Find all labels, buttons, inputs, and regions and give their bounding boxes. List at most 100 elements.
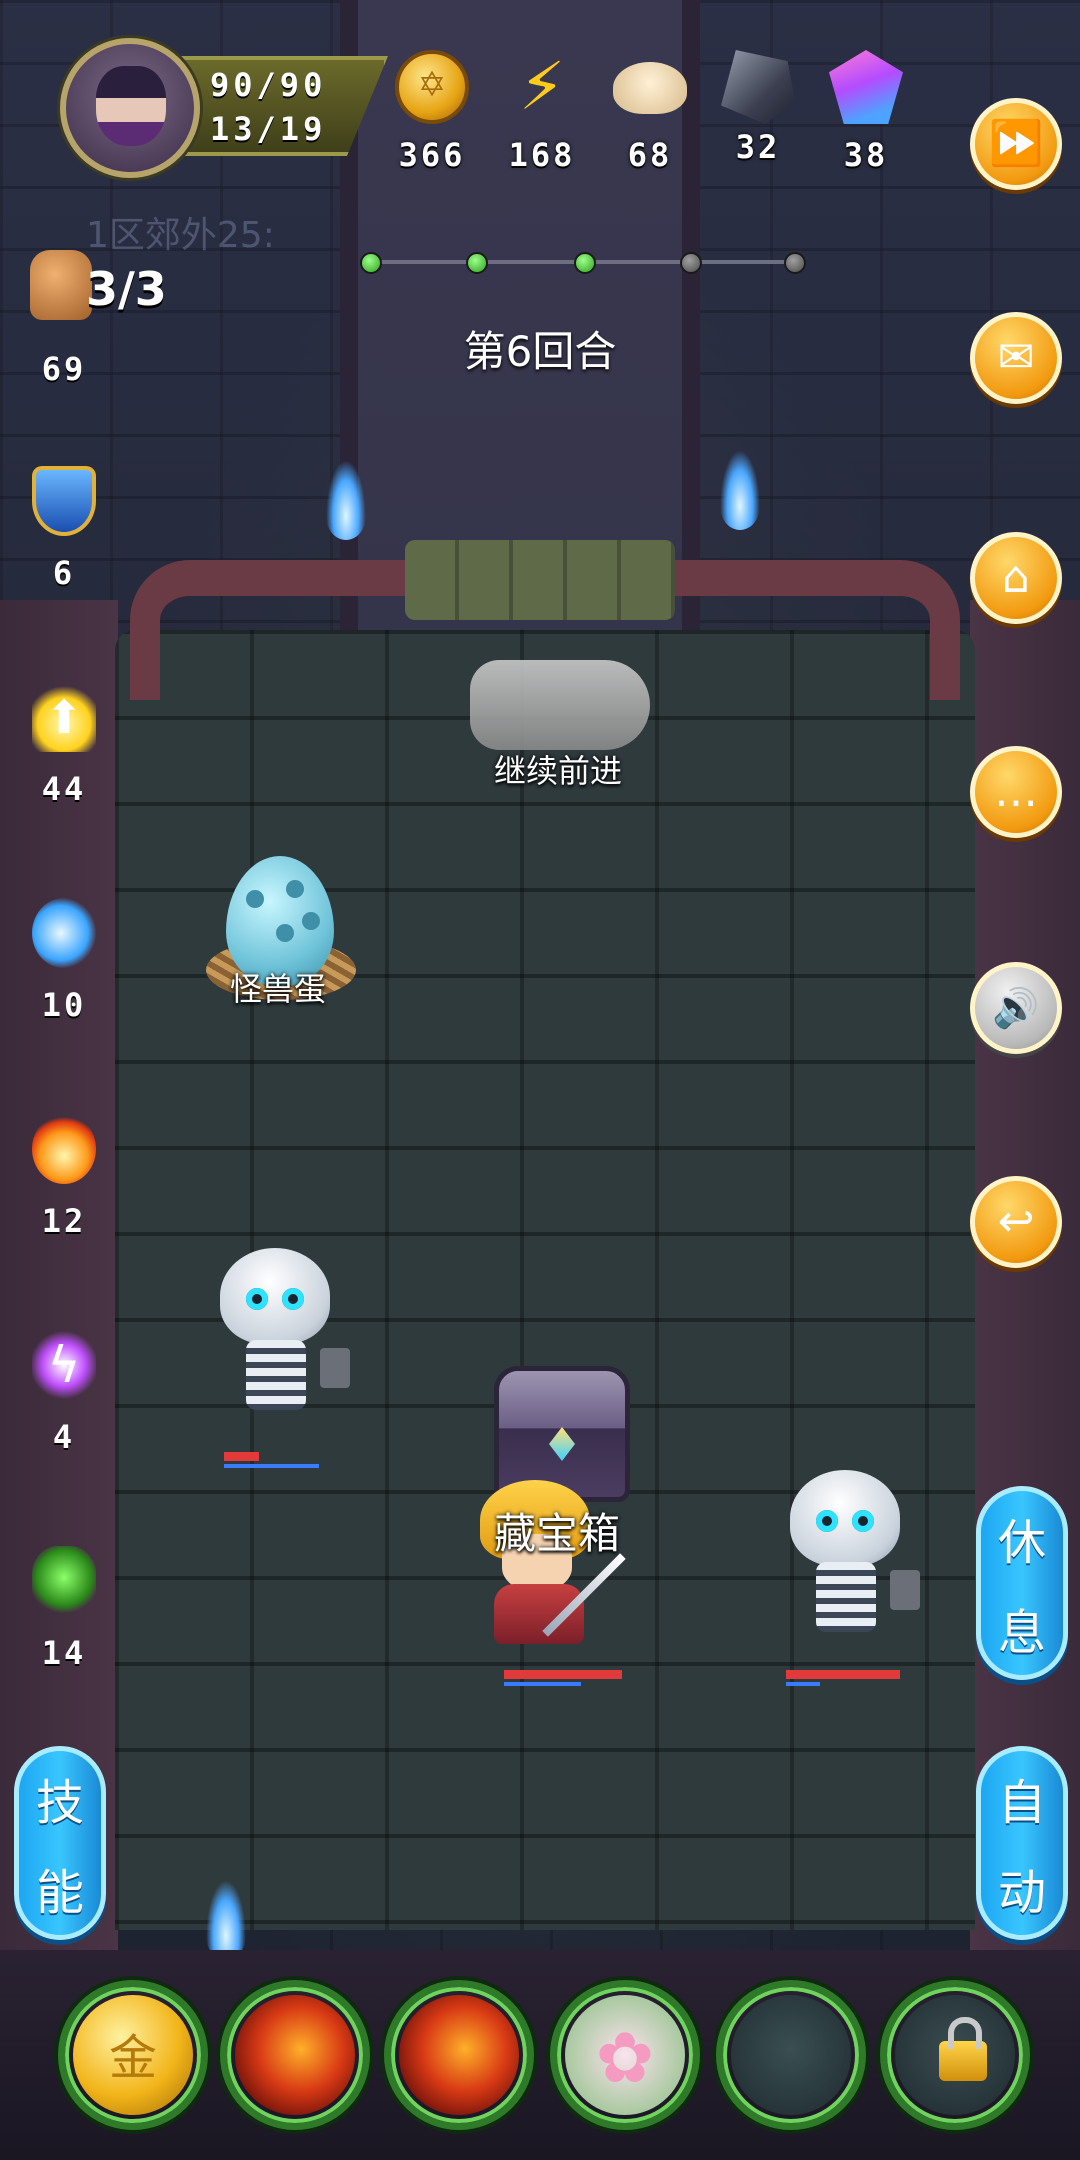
enemy-right-health-bar [786,1670,900,1686]
resource-gem[interactable]: 38 [816,50,916,174]
fire-demon-skill-slot-2[interactable] [384,1980,534,2130]
water-stat[interactable]: 10 [22,898,106,1024]
fire-demon-skill-slot-1[interactable] [220,1980,370,2130]
resource-gold[interactable]: 366 [382,50,482,174]
progress-node [784,252,806,274]
hero-portrait-avatar[interactable] [60,38,200,178]
ribcage [816,1562,876,1632]
poison-icon [32,1546,96,1616]
poison-value: 14 [41,1634,87,1672]
pointing-hand-icon[interactable] [470,660,650,750]
steamed-bun-icon [613,62,687,114]
defense-stat[interactable]: 6 [22,466,106,592]
auto-button-char: 动 [997,1865,1046,1921]
mail-button[interactable]: ✉ [970,312,1062,404]
poison-stat[interactable]: 14 [22,1546,106,1672]
return-arrow-icon: ↩ [997,1196,1035,1247]
locked-slot-background [895,1995,1015,2115]
skills-button-char: 技 [35,1775,84,1831]
food-value: 68 [627,136,673,174]
home-button[interactable]: ⌂ [970,532,1062,624]
glowing-eye [246,1288,268,1310]
gold-coin-icon [395,50,469,124]
holy-arrow-icon [32,682,96,752]
attack-value: 69 [41,350,87,388]
lock-icon [939,2017,987,2081]
skull-icon [790,1470,900,1566]
auto-button-char: 自 [997,1775,1046,1831]
shield-fill [504,1682,581,1686]
lightning-value: 4 [52,1418,76,1456]
lightning-magic-icon [32,1330,96,1400]
mossy-steps [405,540,675,620]
cherry-blossom-icon [565,1995,685,2115]
empty-skill-slot[interactable] [716,1980,866,2130]
cherry-blossom-skill-slot[interactable] [550,1980,700,2130]
health-fill [504,1670,622,1679]
fire-value: 12 [41,1202,87,1240]
resource-energy[interactable]: 168 [492,50,592,174]
defense-value: 6 [52,554,76,592]
progress-node [680,252,702,274]
hero-mp-text: 13/19 [210,110,327,148]
health-fill [786,1670,900,1679]
fire-stat[interactable]: 12 [22,1114,106,1240]
gold-value: 366 [398,136,466,174]
home-icon: ⌂ [1002,552,1030,603]
hammer-icon [890,1570,920,1610]
speaker-icon: 🔊 [992,986,1040,1030]
attack-count: 3/3 [86,262,167,316]
skeleton-enemy-right[interactable] [770,1470,920,1650]
resource-food[interactable]: 68 [600,50,700,174]
continue-forward-label[interactable]: 继续前进 [494,746,622,792]
chat-button[interactable]: … [970,746,1062,838]
gold-ingot-icon [73,1995,193,2115]
locked-skill-slot[interactable] [880,1980,1030,2130]
water-value: 10 [41,986,87,1024]
holy-value: 44 [41,770,87,808]
skeleton-enemy-left[interactable] [200,1248,350,1428]
shield-fill [224,1464,319,1468]
sound-button[interactable]: 🔊 [970,962,1062,1054]
glowing-eye [816,1510,838,1532]
skills-button[interactable]: 技 能 [14,1746,106,1940]
back-button[interactable]: ↩ [970,1176,1062,1268]
iron-ore-icon [721,50,795,124]
crystal-gem-icon [829,50,903,124]
progress-node [574,252,596,274]
attack-stat: 69 [22,350,106,388]
fire-demon-icon [235,1995,355,2115]
location-label: 1区郊外25: [86,215,275,256]
auto-button[interactable]: 自 动 [976,1746,1068,1940]
ore-value: 32 [735,128,781,166]
progress-node [466,252,488,274]
shield-icon [32,466,96,536]
energy-value: 168 [508,136,576,174]
fist-icon [30,250,92,320]
rest-button[interactable]: 休 息 [976,1486,1068,1680]
ribcage [246,1340,306,1410]
skull-icon [220,1248,330,1344]
player-health-bar [504,1670,622,1686]
treasure-chest-label: 藏宝箱 [494,1509,621,1558]
holy-stat[interactable]: 44 [22,682,106,808]
rest-button-char: 休 [997,1515,1046,1571]
enemy-left-health-bar [224,1452,324,1468]
mail-icon: ✉ [997,332,1035,383]
fire-icon [32,1114,96,1184]
fast-forward-button[interactable]: ⏩ [970,98,1062,190]
empty-slot [731,1995,851,2115]
health-fill [224,1452,259,1461]
gold-ingot-skill-slot[interactable] [58,1980,208,2130]
skills-button-char: 能 [35,1865,84,1921]
chat-icon: … [994,766,1038,817]
lightning-stat[interactable]: 4 [22,1330,106,1456]
shield-fill [786,1682,821,1686]
fast-forward-icon: ⏩ [988,118,1044,169]
hero-hp-text: 90/90 [210,66,327,104]
rest-button-char: 息 [997,1605,1046,1661]
gem-value: 38 [843,136,889,174]
resource-ore[interactable]: 32 [708,50,808,166]
monster-egg-label: 怪兽蛋 [230,970,327,1008]
lightning-energy-icon [505,50,579,124]
